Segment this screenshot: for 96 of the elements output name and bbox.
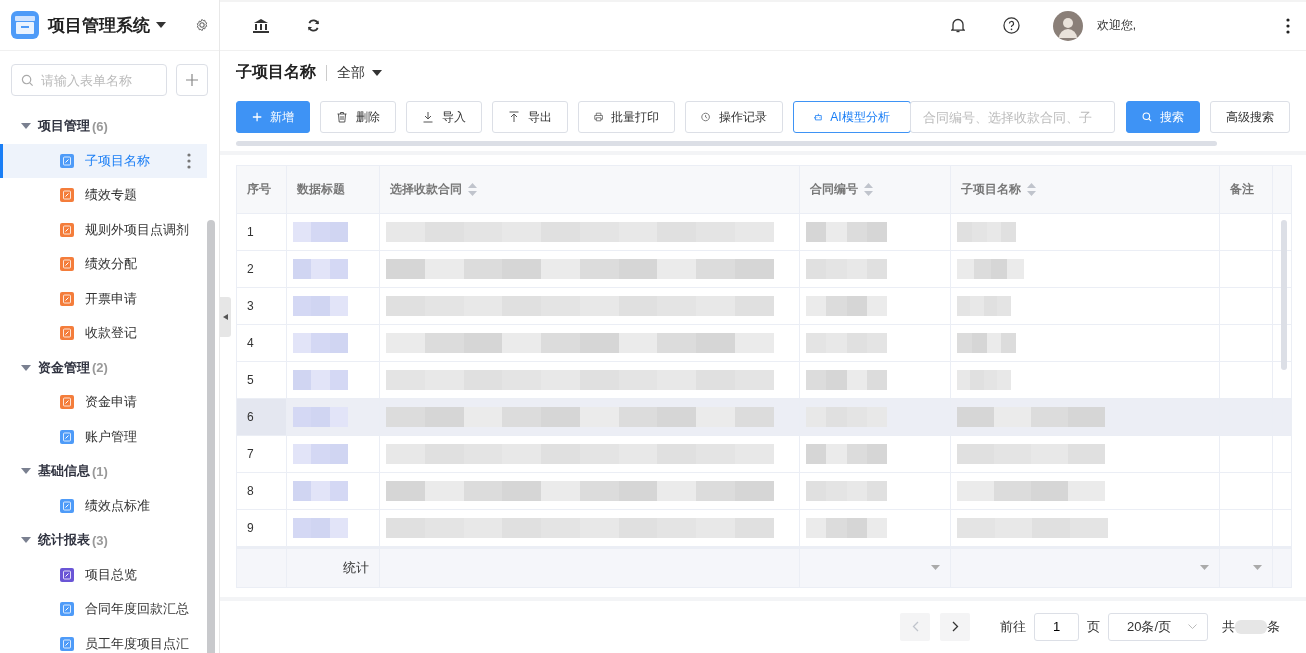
group-label[interactable]: 资金管理: [38, 358, 90, 377]
sidebar-item[interactable]: 绩效专题: [0, 178, 207, 213]
search-icon: [21, 74, 34, 87]
plus-icon: [185, 73, 199, 87]
app-title[interactable]: 项目管理系统: [48, 13, 150, 37]
search-icon: [1141, 111, 1152, 124]
group-label[interactable]: 项目管理: [38, 117, 90, 136]
toolbar-button[interactable]: 删除: [320, 101, 397, 134]
group-count: (2): [92, 360, 108, 376]
app-logo-icon: [10, 10, 40, 40]
sidebar-item[interactable]: 合同年度回款汇总: [0, 592, 207, 627]
column-header[interactable]: 选择收款合同: [380, 165, 800, 213]
printer-icon: [594, 111, 604, 124]
blurred-text: [293, 517, 349, 538]
upload-icon: [508, 111, 521, 124]
filter-dropdown[interactable]: 全部: [337, 63, 382, 82]
caret-icon: [372, 69, 382, 76]
row-number-cell: 6: [237, 398, 287, 435]
group-count: (6): [92, 118, 108, 134]
sidebar-item[interactable]: 账户管理: [0, 419, 207, 454]
blurred-text: [957, 295, 1011, 316]
blurred-text: [293, 480, 349, 501]
advanced-search-button[interactable]: 高级搜索: [1209, 101, 1290, 134]
blurred-text: [293, 443, 349, 464]
chevron-left-icon: [911, 621, 919, 633]
search-field[interactable]: 合同编号、选择收款合同、子: [909, 101, 1115, 134]
sidebar-item[interactable]: 绩效点标准: [0, 488, 207, 523]
blurred-text: [293, 406, 349, 427]
dropdown-caret-icon[interactable]: [1253, 565, 1262, 571]
chevron-right-icon: [951, 621, 959, 633]
goto-label: 前往: [1000, 617, 1026, 636]
toolbar-button[interactable]: 批量打印: [578, 101, 676, 134]
sidebar-item[interactable]: 资金申请: [0, 385, 207, 420]
total-suffix: 条: [1267, 617, 1280, 636]
group-label[interactable]: 统计报表: [38, 531, 90, 550]
plus-icon: [252, 111, 263, 124]
collapse-handle[interactable]: [220, 297, 231, 337]
sidebar-item[interactable]: 子项目名称: [0, 143, 207, 178]
blurred-text: [957, 221, 1017, 242]
toolbar-button[interactable]: 导出: [492, 101, 569, 134]
toolbar-button[interactable]: 导入: [406, 101, 483, 134]
robot-icon: [813, 111, 823, 124]
sidebar-item[interactable]: 项目总览: [0, 557, 207, 592]
summary-cell: 统计: [287, 548, 380, 587]
blurred-text: [293, 221, 349, 242]
clock-icon: [701, 111, 711, 124]
dropdown-caret-icon[interactable]: [1200, 565, 1209, 571]
column-header[interactable]: 合同编号: [800, 165, 951, 213]
more-icon[interactable]: [187, 152, 191, 169]
scrollbar-thumb[interactable]: [207, 220, 215, 653]
blurred-text: [957, 369, 1011, 390]
blurred-text: [293, 295, 349, 316]
help-icon[interactable]: [1002, 17, 1020, 35]
page-title: 子项目名称: [236, 62, 316, 83]
download-icon: [422, 111, 435, 124]
sidebar-item[interactable]: 开票申请: [0, 281, 207, 316]
sidebar-item[interactable]: 规则外项目点调剂: [0, 212, 207, 247]
blurred-text: [293, 258, 349, 279]
more-menu-icon[interactable]: [1286, 17, 1290, 34]
dropdown-caret-icon[interactable]: [931, 565, 940, 571]
blurred-text: [293, 369, 349, 390]
avatar[interactable]: [1052, 10, 1083, 41]
notification-bell-icon[interactable]: [950, 18, 965, 34]
column-header[interactable]: 数据标题: [287, 165, 380, 213]
group-count: (1): [92, 463, 108, 479]
toolbar-button[interactable]: AI模型分析: [792, 101, 911, 134]
blurred-text: [1235, 619, 1267, 634]
chevron-down-icon: [1188, 624, 1197, 630]
refresh-icon[interactable]: [307, 19, 320, 33]
page-unit-label: 页: [1087, 617, 1100, 636]
page-size-select[interactable]: 20条/页: [1108, 612, 1208, 641]
page-number-field[interactable]: 1: [1034, 612, 1079, 641]
total-prefix: 共: [1222, 617, 1235, 636]
blurred-text: [293, 332, 349, 353]
column-header[interactable]: 序号: [237, 165, 287, 213]
column-header[interactable]: 子项目名称: [951, 165, 1220, 213]
form-search-field[interactable]: 请输入表单名称: [11, 64, 167, 96]
add-button[interactable]: [176, 64, 208, 96]
sidebar-item[interactable]: 员工年度项目点汇: [0, 626, 207, 653]
expand-caret-icon[interactable]: [21, 362, 31, 373]
blurred-text: [957, 332, 1017, 353]
group-label[interactable]: 基础信息: [38, 462, 90, 481]
toolbar-button[interactable]: 操作记录: [685, 101, 783, 134]
greeting-text: 欢迎您,: [1096, 17, 1136, 35]
next-page-button[interactable]: [940, 612, 970, 641]
sidebar-item[interactable]: 绩效分配: [0, 247, 207, 282]
sidebar-item[interactable]: 收款登记: [0, 316, 207, 351]
trash-icon: [336, 111, 349, 124]
settings-icon[interactable]: [195, 18, 209, 32]
blurred-text: [957, 258, 1025, 279]
horizontal-scrollbar[interactable]: [236, 141, 1217, 147]
bank-icon[interactable]: [253, 18, 269, 33]
caret-icon[interactable]: [156, 22, 166, 28]
vertical-scrollbar[interactable]: [1281, 219, 1287, 370]
column-header[interactable]: 备注: [1220, 165, 1273, 213]
group-count: (3): [92, 532, 108, 548]
